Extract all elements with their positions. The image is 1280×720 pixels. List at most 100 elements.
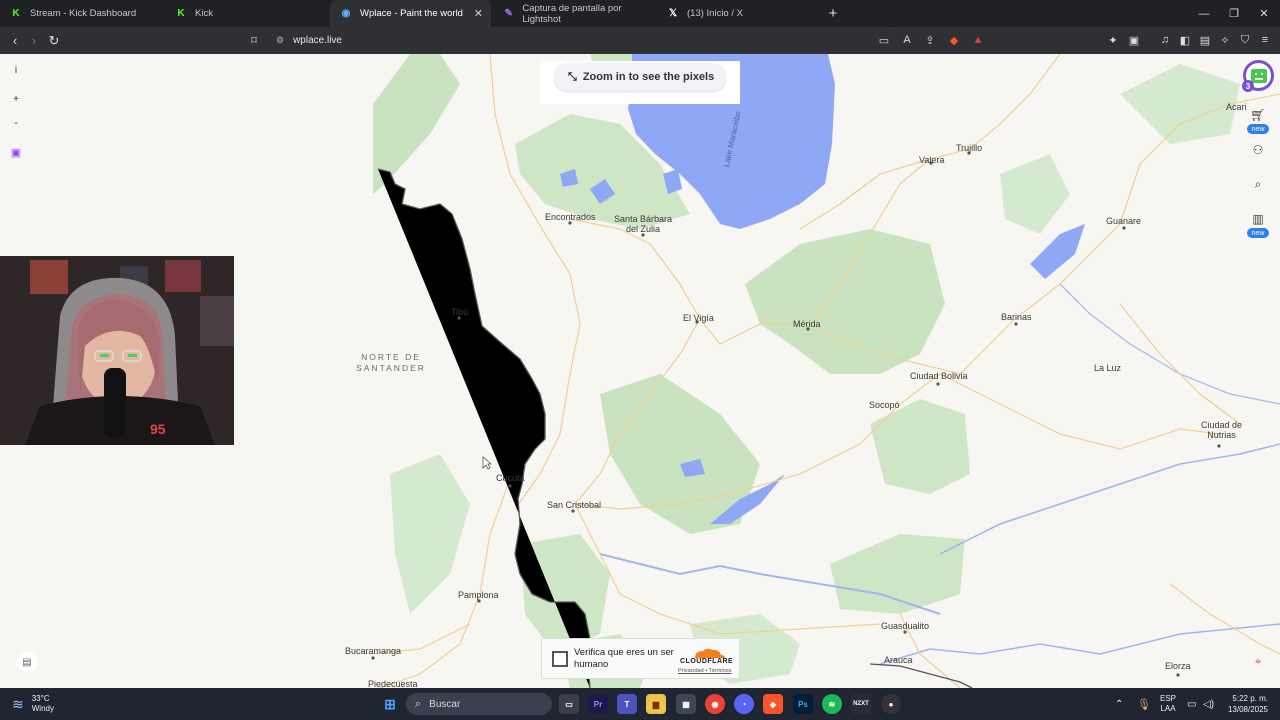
brave-rewards-icon[interactable]: ▲ bbox=[970, 32, 986, 48]
locate-me-icon[interactable]: ⌖ bbox=[1248, 652, 1268, 670]
city-label-tibu: Tibú bbox=[451, 307, 469, 317]
taskbar-search[interactable]: ⌕ Buscar bbox=[406, 693, 552, 715]
site-settings-icon[interactable]: ⚙ bbox=[276, 35, 284, 46]
weather-temp: 33°C bbox=[31, 694, 50, 703]
extensions-icon[interactable]: ✦ bbox=[1105, 32, 1121, 48]
info-button[interactable]: i bbox=[6, 61, 26, 79]
tab-lightshot[interactable]: ✎ Captura de pantalla por Lightshot bbox=[493, 0, 655, 27]
new-tab-button[interactable]: + bbox=[817, 0, 849, 27]
kick-icon: K bbox=[12, 8, 20, 19]
tab-title: Captura de pantalla por Lightshot bbox=[522, 2, 622, 25]
leaderboard-icon[interactable]: ▥ bbox=[1248, 210, 1268, 228]
sidebar-icon[interactable]: ◧ bbox=[1177, 32, 1193, 48]
weather-widget[interactable]: ≋ 33°C Windy bbox=[12, 688, 54, 720]
wallet-panel-icon[interactable]: ▤ bbox=[1197, 32, 1213, 48]
network-icon[interactable]: ▭ bbox=[1187, 688, 1196, 720]
teams-icon[interactable]: T bbox=[617, 694, 637, 714]
close-window-button[interactable]: ✕ bbox=[1248, 0, 1280, 27]
maximize-button[interactable]: ❐ bbox=[1218, 0, 1250, 27]
store-icon[interactable]: ▦ bbox=[676, 694, 696, 714]
reload-button[interactable]: ↻ bbox=[44, 27, 64, 54]
microphone-icon[interactable]: 🎙︎ bbox=[1137, 688, 1151, 720]
wplace-icon: ◉ bbox=[341, 8, 351, 19]
zoom-in-button[interactable]: + bbox=[6, 90, 26, 108]
city-label-la-luz: La Luz bbox=[1094, 363, 1122, 373]
task-view-icon[interactable]: ▭ bbox=[559, 694, 579, 714]
zoom-gesture-icon: ⤡ bbox=[568, 70, 577, 83]
translate-icon[interactable]: A bbox=[899, 32, 915, 48]
spotify-icon[interactable]: ≋ bbox=[822, 694, 842, 714]
city-label-ciudad-bolivia: Ciudad Bolivia bbox=[910, 371, 968, 381]
chrome-icon[interactable]: ◉ bbox=[705, 694, 725, 714]
city-label-santa-barbara: Santa Bárbara del Zulia bbox=[614, 214, 672, 234]
store-cart-icon[interactable]: 🛒︎ bbox=[1248, 106, 1268, 124]
nzxt-icon[interactable]: NZXT bbox=[851, 694, 871, 714]
share-icon[interactable]: ⇪ bbox=[922, 32, 938, 48]
pixel-history-icon[interactable]: ▤ bbox=[16, 652, 38, 672]
cast-icon[interactable]: ▭ bbox=[876, 32, 892, 48]
vpn-icon[interactable]: ⛉ bbox=[1237, 32, 1253, 48]
tab-kick[interactable]: K Kick bbox=[165, 0, 330, 27]
tab-title: Kick bbox=[195, 8, 213, 19]
wallet-icon[interactable]: ▣ bbox=[1126, 32, 1142, 48]
city-label-bucaramanga: Bucaramanga bbox=[345, 646, 402, 656]
wind-icon: ≋ bbox=[12, 695, 24, 712]
windows-start-icon[interactable]: ⊞ bbox=[380, 694, 400, 714]
city-label-arauca: Arauca bbox=[884, 655, 913, 665]
browser-toolbar: ‹ › ↻ ⌑ ⚙ wplace.live ▭ A ⇪ ◆ ▲ ✦ ▣ ♫ ◧ … bbox=[0, 27, 1280, 54]
city-label-barinas: Barinas bbox=[1001, 312, 1032, 322]
close-tab-icon[interactable]: ✕ bbox=[474, 7, 483, 20]
media-icon[interactable]: ♫ bbox=[1157, 32, 1173, 48]
mouse-cursor-icon bbox=[482, 456, 492, 470]
cloudflare-captcha: Verifica que eres un ser humano CLOUDFLA… bbox=[541, 638, 740, 679]
city-label-line: Ciudad de bbox=[1201, 420, 1243, 430]
alliance-icon[interactable]: ⚇ bbox=[1248, 141, 1268, 159]
url-bar[interactable]: ⚙ wplace.live bbox=[268, 30, 896, 51]
search-placeholder: Buscar bbox=[429, 698, 461, 710]
notification-badge: 3 bbox=[1242, 80, 1254, 92]
menu-icon[interactable]: ≡ bbox=[1257, 32, 1273, 48]
brave-icon[interactable]: ◆ bbox=[763, 694, 783, 714]
tab-title: Stream - Kick Dashboard bbox=[30, 8, 137, 19]
brave-shields-icon[interactable]: ◆ bbox=[946, 32, 962, 48]
zoom-hint-button[interactable]: ⤡ Zoom in to see the pixels bbox=[554, 63, 726, 91]
city-label-pamplona: Pamplona bbox=[458, 590, 499, 600]
new-badge: new bbox=[1247, 124, 1269, 134]
webcam-overlay: 95 bbox=[0, 256, 234, 445]
leo-ai-icon[interactable]: ✧ bbox=[1217, 32, 1233, 48]
photoshop-icon[interactable]: Ps bbox=[793, 694, 813, 714]
city-label-piedecuesta: Piedecuesta bbox=[368, 679, 418, 688]
discord-icon[interactable]: ◔ bbox=[734, 694, 754, 714]
clock[interactable]: 5:22 p. m. 13/08/2025 bbox=[1226, 688, 1268, 720]
back-button[interactable]: ‹ bbox=[5, 27, 25, 54]
zoom-out-button[interactable]: - bbox=[6, 114, 26, 132]
map-canvas[interactable]: NORTE DE SANTANDER Lake Maracaibo Valera… bbox=[0, 54, 1280, 688]
forward-button[interactable]: › bbox=[24, 27, 44, 54]
cloudflare-brand: CLOUDFLARE bbox=[680, 658, 734, 665]
captcha-links[interactable]: Privacidad • Términos bbox=[678, 668, 731, 674]
show-hidden-icons[interactable]: ⌃ bbox=[1115, 688, 1123, 720]
minimize-button[interactable]: — bbox=[1188, 0, 1220, 27]
city-label-el-vigia: El Vigía bbox=[683, 313, 714, 323]
lightshot-icon: ✎ bbox=[504, 8, 513, 19]
keyboard-layout: LAA bbox=[1160, 704, 1176, 713]
x-icon: 𝕏 bbox=[668, 8, 678, 19]
file-explorer-icon[interactable]: ▆ bbox=[646, 694, 666, 714]
city-label-line: Santa Bárbara bbox=[614, 214, 673, 224]
tab-kick-dashboard[interactable]: K Stream - Kick Dashboard bbox=[0, 0, 165, 27]
city-label-guanare: Guanare bbox=[1106, 216, 1142, 226]
weather-desc: Windy bbox=[31, 704, 54, 713]
premiere-pro-icon[interactable]: Pr bbox=[588, 694, 608, 714]
tab-x[interactable]: 𝕏 (13) Inicio / X bbox=[657, 0, 819, 27]
tab-wplace[interactable]: ◉ Wplace - Paint the world ✕ bbox=[330, 0, 491, 27]
obs-icon[interactable]: ● bbox=[881, 694, 901, 714]
bookmark-icon[interactable]: ⌑ bbox=[244, 27, 264, 54]
search-location-icon[interactable]: ⌕ bbox=[1248, 175, 1268, 193]
volume-icon[interactable]: ◁) bbox=[1203, 688, 1214, 720]
url-text: wplace.live bbox=[293, 35, 342, 46]
captcha-checkbox[interactable] bbox=[552, 651, 568, 667]
new-badge: new bbox=[1247, 228, 1269, 238]
streamer-webcam-image: 95 bbox=[0, 256, 234, 445]
language-indicator[interactable]: ESP LAA bbox=[1160, 688, 1176, 720]
twitch-icon[interactable]: ▣ bbox=[6, 143, 26, 161]
